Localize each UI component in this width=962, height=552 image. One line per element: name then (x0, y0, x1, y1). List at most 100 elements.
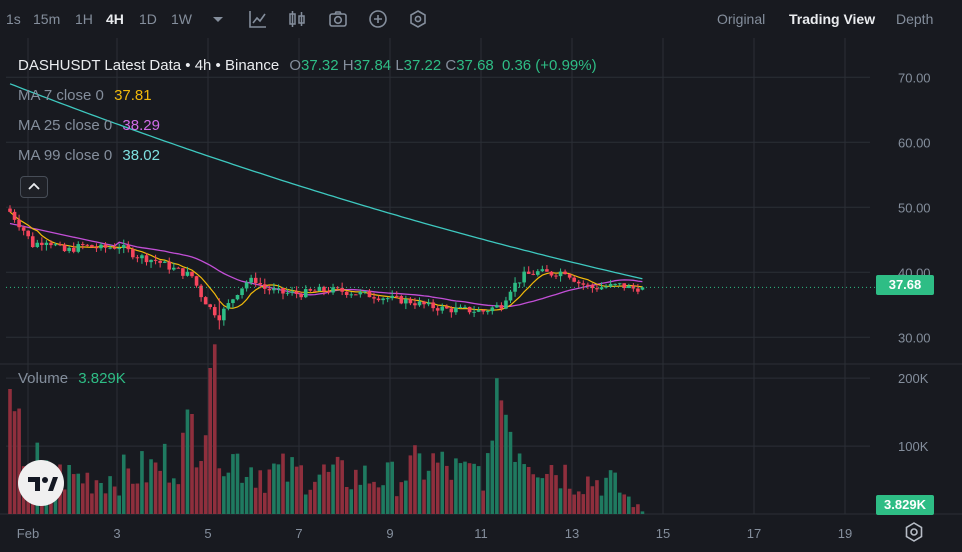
volume-bar (8, 388, 12, 514)
candle-body (572, 277, 576, 282)
candle-body (185, 271, 190, 276)
timeframe-1h[interactable]: 1H (75, 11, 93, 27)
timeframe-4h[interactable]: 4H (106, 11, 124, 27)
volume-bar (81, 483, 85, 514)
close-value: 37.68 (456, 57, 494, 74)
candle-body (476, 310, 481, 312)
volume-bar (581, 494, 586, 514)
indicator-chart-icon[interactable] (247, 8, 269, 30)
volume-bar (194, 467, 199, 514)
volume-bar (636, 504, 640, 514)
add-icon[interactable] (367, 8, 389, 30)
ma25-legend: MA 25 close 0 38.29 (18, 117, 160, 134)
volume-bar (349, 489, 354, 514)
volume-bar (358, 484, 363, 514)
tradingview-logo (18, 460, 64, 506)
volume-bar (572, 494, 576, 514)
volume-bar (485, 453, 490, 514)
timeframe-1s[interactable]: 1s (6, 11, 21, 27)
candle-body (67, 247, 71, 252)
volume-bar (536, 477, 540, 514)
volume-bar (308, 489, 313, 514)
candle-body (576, 281, 581, 284)
candle-body (426, 302, 431, 305)
volume-bar (272, 463, 276, 514)
candle-body (131, 249, 135, 258)
volume-bar (103, 493, 108, 514)
volume-bar (576, 491, 581, 514)
volume-bar (613, 472, 617, 514)
settings-icon[interactable] (407, 8, 429, 30)
candle-body (372, 297, 376, 299)
candle-body (290, 291, 294, 293)
volume-bar (185, 409, 190, 514)
dropdown-caret-icon[interactable] (207, 8, 229, 30)
volume-bar (331, 464, 335, 514)
volume-bar (472, 463, 476, 514)
candle-body (71, 247, 76, 252)
volume-bar (454, 458, 458, 514)
volume-bar (99, 482, 103, 514)
volume-bar (549, 465, 554, 514)
candle-body (354, 294, 358, 296)
volume-bar (135, 483, 140, 514)
volume-bar (399, 482, 404, 514)
volume-bar (376, 487, 381, 514)
volume-bar (217, 468, 222, 514)
candle-body (94, 247, 99, 249)
volume-bar (513, 461, 517, 514)
price-tick-label: 30.00 (898, 330, 931, 345)
view-original[interactable]: Original (717, 11, 765, 27)
candle-body (326, 291, 331, 293)
volume-bar (367, 483, 372, 514)
volume-bar (495, 378, 499, 514)
candle-body (636, 288, 640, 292)
volume-bar (253, 487, 258, 514)
chart-settings-icon[interactable] (902, 520, 926, 544)
candle-body (299, 293, 303, 298)
candlestick-chart[interactable]: 70.0060.0050.0040.0030.00200K100KFeb 3 5 7 9… (0, 38, 962, 552)
candle-body (226, 303, 231, 309)
candle-body (308, 289, 313, 291)
timeframe-1w[interactable]: 1W (171, 11, 192, 27)
timeframe-1d[interactable]: 1D (139, 11, 157, 27)
camera-icon[interactable] (327, 8, 349, 30)
volume-bar (431, 453, 435, 514)
ma7-line (9, 211, 643, 311)
price-tick-label: 70.00 (898, 70, 931, 85)
candle-body (62, 244, 67, 252)
candle-settings-icon[interactable] (286, 8, 308, 30)
volume-bar (467, 463, 472, 514)
volume-bar (140, 451, 144, 514)
volume-bar (226, 472, 231, 514)
ma25-line (9, 222, 643, 308)
volume-bar (276, 464, 281, 514)
high-key: H (342, 57, 354, 74)
view-trading-view[interactable]: Trading View (789, 11, 875, 27)
volume-bar (440, 451, 445, 514)
view-depth[interactable]: Depth (896, 11, 933, 27)
volume-bar (335, 456, 340, 514)
candle-body (540, 269, 545, 272)
volume-bar (326, 471, 331, 514)
candle-body (44, 242, 49, 245)
price-tick-label: 60.00 (898, 135, 931, 150)
candle-body (294, 291, 299, 294)
candle-body (194, 276, 199, 286)
candle-body (504, 300, 508, 309)
candle-body (349, 294, 354, 296)
candle-body (472, 311, 476, 313)
candle-body (549, 271, 554, 276)
timeframe-15m[interactable]: 15m (33, 11, 60, 27)
volume-bar (627, 496, 631, 514)
volume-bar (590, 486, 595, 514)
candle-body (258, 283, 263, 285)
volume-bar (504, 414, 508, 514)
candle-body (358, 291, 363, 295)
collapse-legend-button[interactable] (20, 176, 48, 198)
volume-bar (181, 432, 185, 514)
volume-bar (340, 460, 344, 514)
volume-bar (413, 445, 417, 514)
volume-bar (208, 368, 212, 514)
volume-bar (567, 488, 572, 514)
